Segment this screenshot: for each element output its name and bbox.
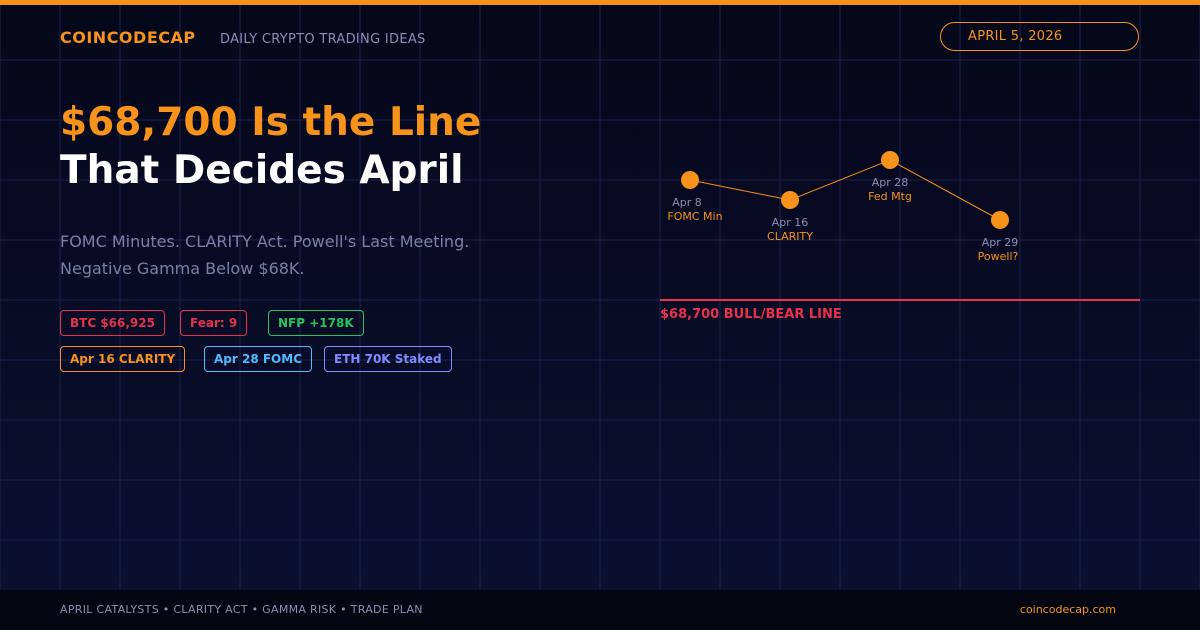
- footer-site-link[interactable]: coincodecap.com: [1020, 603, 1116, 616]
- timeline-label-apr16: CLARITY: [767, 230, 813, 243]
- timeline-date-apr28: Apr 28: [872, 176, 909, 189]
- catalyst-timeline: Apr 8 FOMC Min Apr 16 CLARITY Apr 28 Fed…: [660, 151, 1140, 322]
- timeline-node-apr28[interactable]: [881, 151, 899, 169]
- timeline-date-apr16: Apr 16: [772, 216, 809, 229]
- timeline-path: [689, 159, 1001, 221]
- bull-bear-line-label: $68,700 BULL/BEAR LINE: [660, 307, 842, 322]
- timeline-label-apr29: Powell?: [978, 250, 1019, 263]
- footer-bar: APRIL CATALYSTS • CLARITY ACT • GAMMA RI…: [0, 590, 1200, 630]
- timeline-label-apr28: Fed Mtg: [868, 190, 912, 203]
- timeline-date-apr8: Apr 8: [672, 196, 702, 209]
- timeline-node-apr8[interactable]: [681, 171, 699, 189]
- timeline-node-apr29[interactable]: [991, 211, 1009, 229]
- footer-topics: APRIL CATALYSTS • CLARITY ACT • GAMMA RI…: [60, 603, 423, 616]
- timeline-label-apr8: FOMC Min: [667, 210, 722, 223]
- timeline-date-apr29: Apr 29: [982, 236, 1019, 249]
- timeline-node-apr16[interactable]: [781, 191, 799, 209]
